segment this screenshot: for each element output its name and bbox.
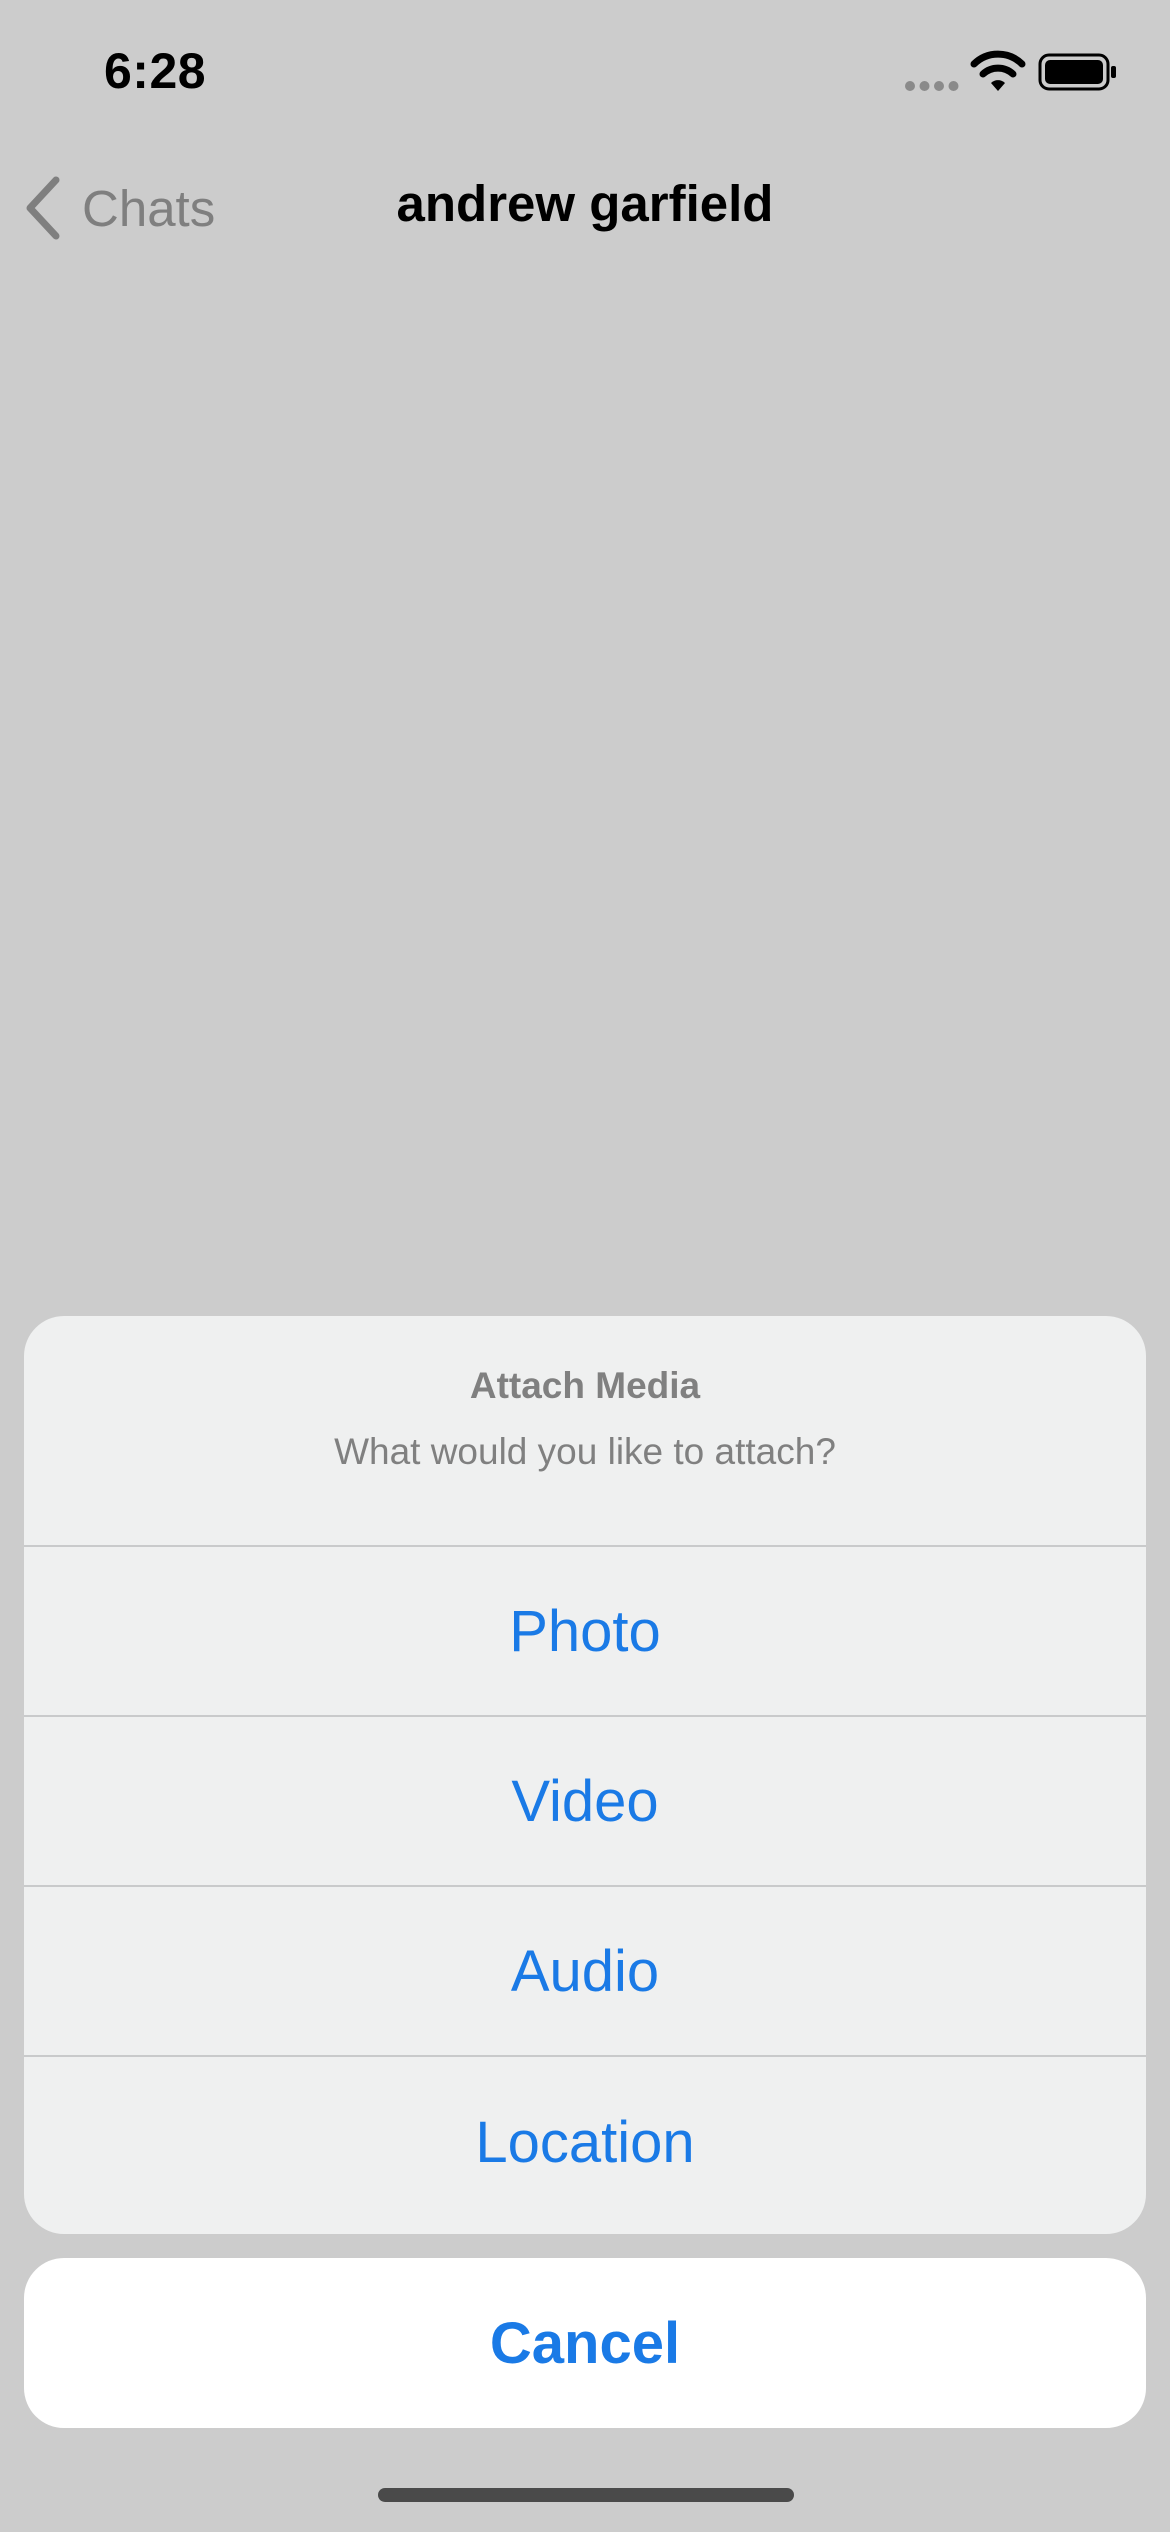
home-indicator[interactable] [378,2488,794,2502]
action-sheet-message: What would you like to attach? [334,1431,836,1472]
back-button[interactable]: Chats [22,170,215,246]
cellular-signal-icon [905,81,959,91]
back-label: Chats [82,179,216,237]
battery-icon [1038,53,1116,91]
attach-media-action-sheet: Attach Media What would you like to atta… [24,1316,1146,2234]
photo-option-button[interactable]: Photo [24,1547,1146,1717]
audio-option-button[interactable]: Audio [24,1887,1146,2057]
video-option-button[interactable]: Video [24,1717,1146,1887]
status-time: 6:28 [104,43,207,99]
navigation-bar: Chats andrew garfield [0,150,1170,266]
status-bar: 6:28 [0,0,1170,150]
page-title: andrew garfield [396,175,774,232]
chevron-left-icon [26,176,60,240]
cancel-button[interactable]: Cancel [24,2258,1146,2428]
action-sheet-header: Attach Media What would you like to atta… [24,1316,1146,1547]
location-option-button[interactable]: Location [24,2057,1146,2227]
action-sheet-title: Attach Media [469,1365,701,1406]
wifi-icon [970,50,1026,91]
